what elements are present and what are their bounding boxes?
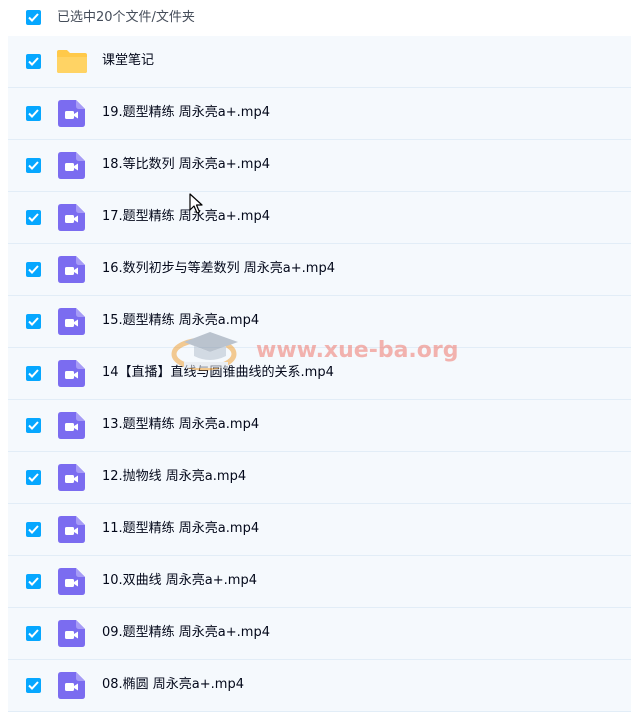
video-file-icon [58,204,85,231]
item-checkbox[interactable] [26,158,41,173]
item-name: 11.题型精练 周永亮a.mp4 [102,521,260,536]
video-file-icon [58,464,85,491]
check-icon [28,473,39,482]
item-name: 08.椭圆 周永亮a+.mp4 [102,677,244,692]
item-checkbox[interactable] [26,54,41,69]
select-all-checkbox[interactable] [26,10,41,25]
item-name: 09.题型精练 周永亮a+.mp4 [102,625,270,640]
list-item[interactable]: 08.椭圆 周永亮a+.mp4 [8,660,631,712]
check-icon [28,161,39,170]
item-name: 课堂笔记 [102,53,155,68]
video-file-icon [58,152,85,179]
video-file-icon [58,256,85,283]
selection-count-label: 已选中20个文件/文件夹 [57,10,195,25]
item-name: 12.抛物线 周永亮a.mp4 [102,469,247,484]
check-icon [28,109,39,118]
video-file-icon [58,672,85,699]
item-checkbox[interactable] [26,314,41,329]
check-icon [28,577,39,586]
check-icon [28,369,39,378]
video-file-icon [58,568,85,595]
list-item[interactable]: 12.抛物线 周永亮a.mp4 [8,452,631,504]
video-file-icon [58,516,85,543]
list-item[interactable]: 15.题型精练 周永亮a.mp4 [8,296,631,348]
list-item[interactable]: 11.题型精练 周永亮a.mp4 [8,504,631,556]
list-item[interactable]: 09.题型精练 周永亮a+.mp4 [8,608,631,660]
list-item[interactable]: 17.题型精练 周永亮a+.mp4 [8,192,631,244]
video-file-icon [58,360,85,387]
item-name: 18.等比数列 周永亮a+.mp4 [102,157,270,172]
check-icon [28,681,39,690]
item-checkbox[interactable] [26,210,41,225]
check-icon [28,13,39,22]
item-checkbox[interactable] [26,574,41,589]
folder-icon [57,50,87,73]
file-list: 课堂笔记 19.题型精练 周永亮a+.mp4 18.等比数列 周永亮a+.mp4 [8,36,631,712]
check-icon [28,317,39,326]
item-checkbox[interactable] [26,678,41,693]
check-icon [28,525,39,534]
item-name: 10.双曲线 周永亮a+.mp4 [102,573,257,588]
list-item[interactable]: 课堂笔记 [8,36,631,88]
video-file-icon [58,412,85,439]
check-icon [28,213,39,222]
item-checkbox[interactable] [26,106,41,121]
video-file-icon [58,100,85,127]
check-icon [28,57,39,66]
item-checkbox[interactable] [26,418,41,433]
list-item[interactable]: 16.数列初步与等差数列 周永亮a+.mp4 [8,244,631,296]
video-file-icon [58,308,85,335]
item-name: 19.题型精练 周永亮a+.mp4 [102,105,270,120]
item-checkbox[interactable] [26,522,41,537]
selection-header: 已选中20个文件/文件夹 [0,0,631,36]
item-name: 15.题型精练 周永亮a.mp4 [102,313,260,328]
mouse-cursor-icon [189,193,203,214]
list-item[interactable]: 18.等比数列 周永亮a+.mp4 [8,140,631,192]
item-name: 17.题型精练 周永亮a+.mp4 [102,209,270,224]
check-icon [28,265,39,274]
item-name: 16.数列初步与等差数列 周永亮a+.mp4 [102,261,335,276]
item-checkbox[interactable] [26,366,41,381]
item-name: 14【直播】直线与圆锥曲线的关系.mp4 [102,365,334,380]
list-item[interactable]: 19.题型精练 周永亮a+.mp4 [8,88,631,140]
check-icon [28,421,39,430]
list-item[interactable]: 13.题型精练 周永亮a.mp4 [8,400,631,452]
item-checkbox[interactable] [26,626,41,641]
item-checkbox[interactable] [26,470,41,485]
item-checkbox[interactable] [26,262,41,277]
video-file-icon [58,620,85,647]
list-item[interactable]: 14【直播】直线与圆锥曲线的关系.mp4 [8,348,631,400]
check-icon [28,629,39,638]
list-item[interactable]: 10.双曲线 周永亮a+.mp4 [8,556,631,608]
item-name: 13.题型精练 周永亮a.mp4 [102,417,260,432]
